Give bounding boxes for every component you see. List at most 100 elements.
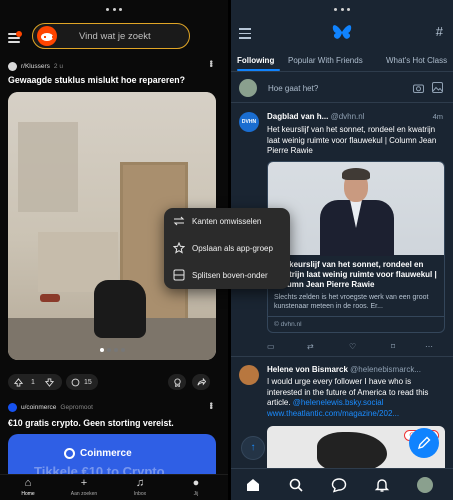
award-icon	[173, 377, 181, 387]
post-title[interactable]: Gewaagde stuklus mislukt hoe repareren?	[8, 75, 218, 85]
image-icon[interactable]	[432, 82, 443, 93]
post-actions: 1 15	[8, 374, 218, 390]
nav-search[interactable]: + Aan zoeken	[64, 477, 104, 497]
link-card[interactable]: Het keurslijf van het sonnet, rondeel en…	[267, 161, 445, 333]
avatar-icon: ●	[192, 477, 200, 489]
menu-icon[interactable]	[239, 28, 251, 42]
bookmark-icon[interactable]: ⌑	[391, 342, 395, 351]
nav-profile-label: Jij	[193, 491, 199, 497]
my-avatar	[239, 79, 257, 97]
dvhn-avatar[interactable]: DVHN	[239, 112, 259, 132]
vote-control: 1	[8, 374, 62, 390]
swap-arrows-icon	[173, 216, 185, 226]
profile-avatar[interactable]	[417, 477, 433, 493]
award-button[interactable]	[168, 374, 186, 390]
comments-button[interactable]: 15	[66, 374, 98, 390]
carousel-dots	[100, 348, 125, 352]
camera-icon[interactable]	[413, 83, 424, 93]
nav-search-label: Aan zoeken	[70, 491, 98, 497]
promoted-faded-text: Tikkele €10 to Crypto	[34, 464, 165, 474]
plus-icon: +	[80, 477, 88, 489]
post-subreddit-row[interactable]: r/Klussers 2 u	[8, 62, 63, 71]
nav-inbox[interactable]: ♫ Inbox	[120, 477, 160, 497]
more-options-icon[interactable]: •••	[206, 402, 216, 408]
downvote-icon[interactable]	[44, 377, 54, 387]
post-author[interactable]: Dagblad van h... @dvhn.nl	[267, 112, 439, 121]
star-icon	[173, 242, 185, 254]
coinmerce-logo-icon	[64, 448, 75, 459]
menu-item-split-top-bottom[interactable]: Splitsen boven-onder	[164, 262, 290, 289]
reddit-logo-icon[interactable]	[37, 26, 57, 46]
search-icon[interactable]	[288, 477, 304, 493]
window-handle-dots[interactable]	[334, 8, 350, 12]
post-divider	[231, 356, 453, 357]
feed-tabs: Following Popular With Friends What's Ho…	[231, 50, 453, 72]
menu-item-swap-sides[interactable]: Kanten omwisselen	[164, 208, 290, 235]
bluesky-bottom-nav	[231, 468, 453, 500]
link-card-image	[268, 162, 444, 256]
nav-home[interactable]: ⌂ Home	[8, 477, 48, 497]
bluesky-butterfly-icon[interactable]	[332, 24, 352, 41]
menu-item-label: Splitsen boven-onder	[192, 271, 268, 280]
nav-inbox-label: Inbox	[133, 491, 147, 497]
split-screen: Vind wat je zoekt r/Klussers 2 u ••• Gew…	[0, 0, 453, 500]
reddit-bottom-nav: ⌂ Home + Aan zoeken ♫ Inbox ● Jij	[0, 474, 228, 500]
post-age: 2 u	[53, 63, 63, 70]
link-card-description: Slechts zelden is het vroegste werk van …	[274, 294, 429, 310]
reply-icon[interactable]: ▭	[267, 342, 275, 351]
article-link[interactable]: www.theatlantic.com/magazine/202...	[267, 409, 399, 418]
menu-item-label: Opslaan als app-groep	[192, 244, 273, 253]
author-name: Helene von Bismarck	[267, 365, 348, 374]
upvote-icon[interactable]	[14, 377, 23, 387]
author-handle: @helenebismarck...	[350, 365, 421, 374]
more-options-icon[interactable]: •••	[206, 60, 216, 66]
promoted-label: Gepromoot	[60, 404, 93, 411]
promoted-post-title[interactable]: €10 gratis crypto. Geen storting vereist…	[8, 418, 174, 428]
reddit-top-bar: Vind wat je zoekt	[0, 20, 228, 52]
notifications-bell-icon[interactable]	[374, 477, 390, 493]
coinmerce-avatar	[8, 403, 17, 412]
notification-dot	[16, 31, 22, 37]
menu-item-save-app-group[interactable]: Opslaan als app-groep	[164, 235, 290, 262]
menu-item-label: Kanten omwisselen	[192, 217, 262, 226]
upvote-count: 1	[31, 378, 35, 386]
comment-count: 15	[84, 378, 92, 386]
subreddit-name[interactable]: r/Klussers	[21, 63, 50, 70]
more-options-icon[interactable]: ⋯	[425, 342, 433, 351]
compose-prompt[interactable]: Hoe gaat het?	[231, 73, 453, 103]
window-handle-dots[interactable]	[106, 8, 122, 12]
share-icon	[196, 377, 206, 386]
split-horizontal-icon	[173, 269, 185, 281]
tab-popular-with-friends[interactable]: Popular With Friends	[288, 56, 363, 65]
like-icon[interactable]: ♡	[349, 342, 356, 351]
subreddit-avatar	[8, 62, 17, 71]
link-card-source: © dvhn.nl	[268, 316, 444, 332]
compose-placeholder: Hoe gaat het?	[268, 84, 319, 93]
post-text: Het keurslijf van het sonnet, rondeel en…	[267, 125, 437, 155]
helene-avatar[interactable]	[239, 365, 259, 385]
scroll-to-top-button[interactable]: ↑	[241, 436, 265, 460]
new-post-button[interactable]	[409, 428, 439, 458]
mention-link[interactable]: @helenelewis.bsky.social	[293, 398, 384, 407]
post-text: I would urge every follower I have who i…	[267, 377, 445, 419]
promoted-post-image[interactable]: Coinmerce Tikkele €10 to Crypto	[8, 434, 216, 474]
home-icon: ⌂	[24, 477, 32, 489]
post-time: 4m	[432, 112, 443, 121]
link-card-title: Het keurslijf van het sonnet, rondeel en…	[274, 260, 437, 289]
compose-pen-icon	[417, 436, 431, 450]
tab-following[interactable]: Following	[237, 56, 274, 65]
trash-bag-in-photo	[94, 280, 146, 338]
promoted-account[interactable]: u/coinmerce	[21, 404, 56, 411]
home-icon[interactable]	[245, 477, 261, 493]
active-tab-underline	[237, 69, 280, 71]
chat-icon[interactable]	[331, 477, 347, 493]
post-author[interactable]: Helene von Bismarck @helenebismarck...	[267, 365, 439, 374]
feeds-hash-icon[interactable]: #	[436, 24, 443, 39]
nav-profile[interactable]: ● Jij	[176, 477, 216, 497]
promoted-post-header[interactable]: u/coinmerce Gepromoot	[8, 403, 93, 412]
share-button[interactable]	[192, 374, 210, 390]
split-view-context-menu: Kanten omwisselen Opslaan als app-groep …	[164, 208, 290, 289]
repost-icon[interactable]: ⇄	[307, 342, 314, 351]
nav-home-label: Home	[21, 491, 35, 497]
tab-whats-hot[interactable]: What's Hot Class	[386, 56, 447, 65]
